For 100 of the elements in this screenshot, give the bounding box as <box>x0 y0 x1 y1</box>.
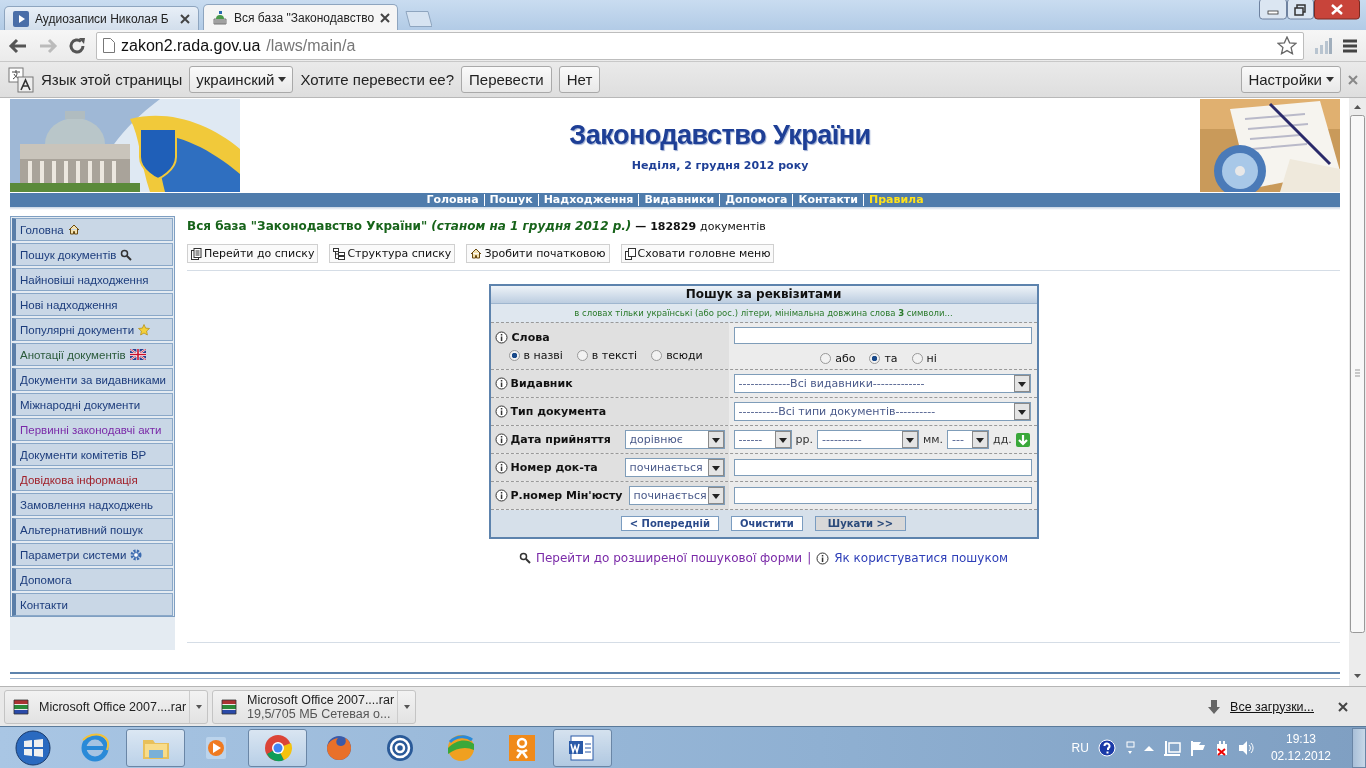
minimize-button[interactable] <box>1259 0 1287 20</box>
radio-button[interactable] <box>820 353 832 364</box>
signal-icon[interactable] <box>1314 37 1332 54</box>
sidebar-item[interactable]: Контакти <box>12 593 173 616</box>
new-tab-button[interactable] <box>402 11 432 27</box>
sidebar-item[interactable]: Пошук документів <box>12 243 173 266</box>
info-icon <box>494 377 508 390</box>
scrollbar[interactable] <box>1349 98 1366 686</box>
input-field[interactable] <box>733 487 1032 504</box>
caret-icon <box>707 487 724 504</box>
power-icon[interactable] <box>1214 739 1229 756</box>
translate-button[interactable]: Нет <box>558 66 601 93</box>
archive-icon <box>13 698 29 715</box>
sidebar-item[interactable]: Анотації документів <box>12 343 173 366</box>
download-item[interactable]: Microsoft Office 2007....rar 19,5/705 МБ Сетевая о... <box>212 689 416 724</box>
star-icon[interactable] <box>1277 35 1297 56</box>
sidebar-item[interactable]: Документи комітетів ВР <box>12 443 173 466</box>
radio-button[interactable] <box>869 353 881 364</box>
caret-icon <box>195 704 202 709</box>
show-desktop-button[interactable] <box>1352 727 1366 768</box>
tool-button[interactable]: Структура списку <box>329 244 456 263</box>
dropdown[interactable]: дорівнює <box>624 430 725 449</box>
sidebar-item[interactable]: Параметри системи <box>12 543 173 566</box>
sidebar-item[interactable]: Документи за видавниками <box>12 368 173 391</box>
download-item[interactable]: Microsoft Office 2007....rar <box>4 689 208 724</box>
taskbar-button[interactable] <box>248 728 307 767</box>
volume-icon[interactable] <box>1237 739 1254 756</box>
address-bar[interactable]: zakon2.rada.gov.ua /laws/main/a <box>96 31 1304 60</box>
form-button[interactable]: Шукати >> <box>814 516 907 531</box>
tool-button[interactable]: Перейти до списку <box>187 244 319 263</box>
unit-label: мм. <box>922 433 944 446</box>
dropdown[interactable]: --- <box>947 430 990 449</box>
radio-button[interactable] <box>508 349 520 361</box>
taskbar-button[interactable] <box>126 728 185 767</box>
form-button[interactable]: < Попередній <box>620 516 719 531</box>
sidebar-item[interactable]: Довідкова інформація <box>12 468 173 491</box>
document-icon <box>191 247 202 260</box>
up-arrow-icon[interactable] <box>1143 744 1154 751</box>
caret-icon <box>972 431 989 448</box>
sidebar-item[interactable]: Замовлення надходжень <box>12 493 173 516</box>
browser-tab[interactable]: Аудиозаписи Николая Б <box>4 6 199 30</box>
sidebar-item[interactable]: Популярні документи <box>12 318 173 341</box>
nav-link[interactable]: Надходження <box>537 194 639 206</box>
nav-link[interactable]: Пошук <box>483 194 538 206</box>
browser-tab[interactable]: Вся база "Законодавство <box>203 4 398 30</box>
settings-dropdown[interactable]: Настройки <box>1241 66 1341 93</box>
dropdown[interactable]: ------ <box>733 430 792 449</box>
unit-label: дд. <box>993 433 1012 446</box>
forward-icon[interactable] <box>38 37 58 54</box>
close-button[interactable] <box>1314 0 1360 20</box>
info-icon <box>494 489 508 502</box>
sidebar-item[interactable]: Нові надходження <box>12 293 173 316</box>
radio-button[interactable] <box>576 349 588 361</box>
language-dropdown[interactable]: украинский <box>189 66 294 93</box>
sidebar-item[interactable]: Первинні законодавчі акти <box>12 418 173 441</box>
close-icon[interactable] <box>180 13 190 24</box>
menu-icon[interactable] <box>1342 37 1358 54</box>
sidebar-item[interactable]: Найновіші надходження <box>12 268 173 291</box>
help-icon[interactable] <box>1097 738 1116 757</box>
tool-button[interactable]: Сховати головне меню <box>620 244 775 263</box>
input-field[interactable] <box>733 327 1032 344</box>
download-icon <box>1208 699 1221 714</box>
dropdown[interactable]: починається <box>628 486 725 505</box>
network-icon[interactable] <box>1162 739 1181 756</box>
nav-link[interactable]: Допомога <box>719 194 793 206</box>
site-title: Законодавство України <box>569 119 871 151</box>
close-icon[interactable] <box>1338 701 1348 712</box>
translate-button[interactable]: Перевести <box>461 66 552 93</box>
taskbar-button[interactable] <box>553 728 612 767</box>
star-icon <box>138 323 151 336</box>
dropdown[interactable]: -------------Всі видавники------------- <box>733 374 1031 393</box>
flag-icon[interactable] <box>1189 739 1206 756</box>
input-field[interactable] <box>733 459 1032 476</box>
dropdown[interactable]: ----------Всі типи документів---------- <box>733 402 1031 421</box>
caret-icon <box>707 431 724 448</box>
sidebar-item[interactable]: Альтернативний пошук <box>12 518 173 541</box>
sidebar-item[interactable]: Міжнародні документи <box>12 393 173 416</box>
nav-link[interactable]: Головна <box>421 194 484 206</box>
reload-icon[interactable] <box>68 36 86 55</box>
radio-button[interactable] <box>651 349 663 361</box>
close-icon[interactable] <box>380 12 391 23</box>
pages-icon <box>624 247 636 260</box>
dropdown[interactable]: ---------- <box>816 430 919 449</box>
advanced-search-link[interactable]: Перейти до розширеної пошукової форми <box>535 551 803 565</box>
form-button[interactable]: Очистити <box>730 516 803 531</box>
radio-button[interactable] <box>911 353 923 364</box>
down-arrow-icon[interactable] <box>1015 432 1030 447</box>
back-icon[interactable] <box>8 37 28 54</box>
info-icon <box>494 405 508 418</box>
restore-button[interactable] <box>1287 0 1314 20</box>
windows-icon[interactable] <box>1124 740 1135 755</box>
tool-button[interactable]: Зробити початковою <box>466 244 610 263</box>
all-downloads-link[interactable]: Все загрузки... <box>1230 699 1314 714</box>
dropdown[interactable]: починається <box>624 458 725 477</box>
page-icon <box>103 38 115 53</box>
nav-link[interactable]: Видавники <box>638 194 720 206</box>
nav-link[interactable]: Контакти <box>792 194 863 206</box>
sidebar-item[interactable]: Допомога <box>12 568 173 591</box>
help-link[interactable]: Як користуватися пошуком <box>834 551 1009 565</box>
sidebar-item[interactable]: Головна <box>12 218 173 241</box>
